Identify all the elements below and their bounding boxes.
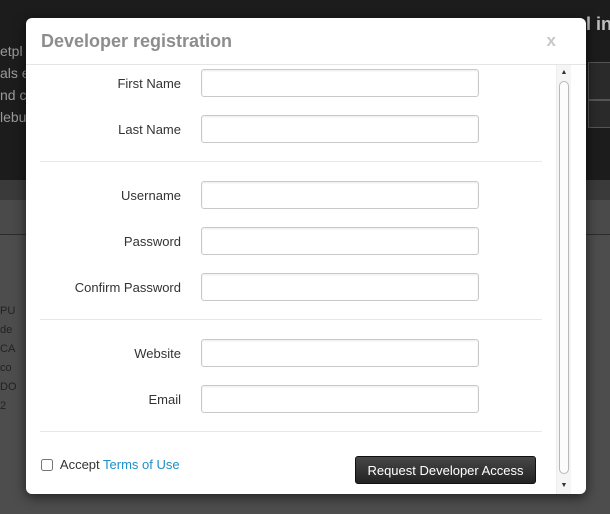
first-name-row: First Name [26,69,556,99]
last-name-label: Last Name [118,122,181,137]
terms-of-use-link[interactable]: Terms of Use [103,457,180,472]
password-row: Password [26,227,556,257]
confirm-password-row: Confirm Password [26,273,556,303]
username-field[interactable] [201,181,479,209]
background-heading: l in [586,14,610,34]
developer-registration-modal: Developer registration x First Name Last… [26,18,586,494]
confirm-password-field[interactable] [201,273,479,301]
scrollbar-thumb[interactable] [559,81,569,474]
password-label: Password [123,234,181,249]
website-field[interactable] [201,339,479,367]
accept-label: Accept [59,457,100,472]
section-divider [40,319,542,320]
username-row: Username [26,181,556,211]
background-thumbnail [588,62,610,100]
scroll-up-arrow-icon[interactable]: ▲ [557,67,571,79]
last-name-field[interactable] [201,115,479,143]
request-developer-access-button[interactable]: Request Developer Access [355,456,536,484]
accept-terms: Accept Terms of Use [41,457,180,472]
background-list: PU de CA co DO 2 [0,305,17,412]
accept-terms-checkbox[interactable] [41,459,53,471]
modal-header: Developer registration x [26,18,586,65]
last-name-row: Last Name [26,115,556,145]
first-name-field[interactable] [201,69,479,97]
scroll-down-arrow-icon[interactable]: ▼ [557,480,571,492]
website-label: Website [134,346,181,361]
modal-title: Developer registration [41,31,233,51]
section-divider [40,161,542,162]
website-row: Website [26,339,556,369]
password-field[interactable] [201,227,479,255]
modal-body: First Name Last Name Username Password C… [26,65,556,494]
close-icon[interactable]: x [547,32,556,50]
email-row: Email [26,385,556,415]
background-thumbnail [588,100,610,128]
email-label: Email [148,392,181,407]
section-divider [40,431,542,432]
first-name-label: First Name [117,76,181,91]
modal-scrollbar[interactable]: ▲ ▼ [556,65,571,494]
email-field[interactable] [201,385,479,413]
confirm-password-label: Confirm Password [74,280,181,295]
username-label: Username [121,188,181,203]
